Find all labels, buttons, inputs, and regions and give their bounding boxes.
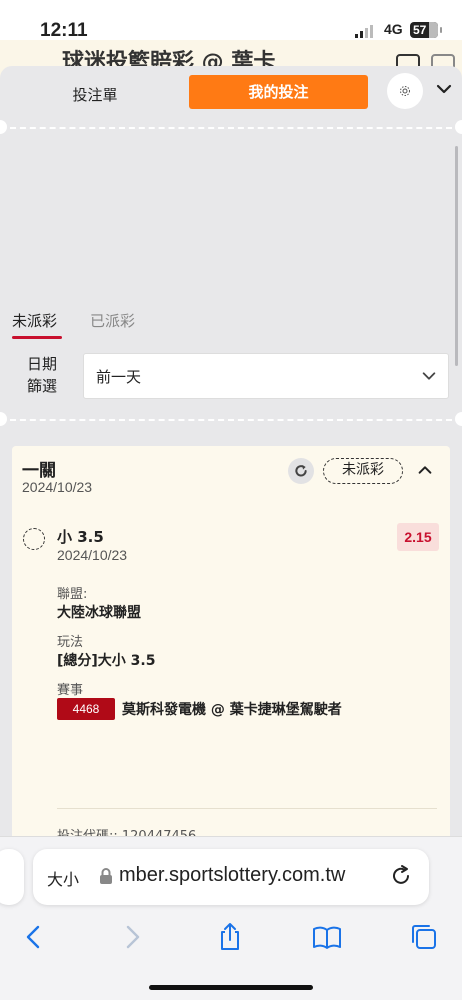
- divider: [10, 127, 452, 129]
- ticket-notch: [0, 120, 7, 134]
- ticket-notch: [0, 412, 7, 426]
- share-icon[interactable]: [214, 921, 246, 953]
- selection-status-icon: [23, 528, 45, 550]
- bet-status-tabs: 未派彩 已派彩: [0, 304, 462, 344]
- event-id-badge: 4468: [57, 698, 115, 720]
- event-label: 賽事: [57, 683, 84, 698]
- tabs-icon[interactable]: [408, 921, 440, 953]
- lock-icon: [100, 868, 112, 884]
- chevron-up-icon[interactable]: [416, 461, 434, 479]
- refresh-icon: [295, 465, 307, 477]
- previous-tab[interactable]: [0, 849, 24, 905]
- tab-bet-slip[interactable]: 投注單: [40, 80, 150, 110]
- url-text: mber.sportslottery.com.tw: [119, 864, 346, 886]
- status-time: 12:11: [40, 20, 88, 41]
- ticket-notch: [455, 120, 462, 134]
- odds-badge: 2.15: [397, 523, 439, 551]
- bet-status-badge: 未派彩: [323, 458, 403, 484]
- settings-button[interactable]: [387, 73, 423, 109]
- selection-name: 小 3.5: [57, 528, 104, 546]
- scrollbar[interactable]: [455, 146, 458, 366]
- selection-date: 2024/10/23: [57, 547, 128, 563]
- bet-tabs: 投注單 我的投注: [0, 66, 462, 122]
- bet-type: 一關: [22, 461, 56, 481]
- refresh-button[interactable]: [288, 458, 314, 484]
- tab-my-bets[interactable]: 我的投注: [189, 75, 368, 109]
- date-filter-value: 前一天: [96, 368, 142, 386]
- bet-card: 一關 2024/10/23 未派彩 小 3.5 2024/10/23 2.15 …: [12, 446, 450, 846]
- active-tab-indicator: [12, 336, 62, 339]
- league-value: 大陸冰球聯盟: [57, 605, 141, 621]
- divider: [57, 808, 437, 809]
- event-name: 莫斯科發電機 @ 葉卡捷琳堡駕駛者: [122, 702, 342, 718]
- signal-icon: [355, 24, 373, 38]
- back-icon[interactable]: [18, 921, 50, 953]
- battery-icon: 57: [410, 22, 442, 38]
- chevron-down-icon: [422, 372, 436, 380]
- address-bar[interactable]: 大小 mber.sportslottery.com.tw: [33, 849, 429, 905]
- forward-icon[interactable]: [116, 921, 148, 953]
- market-value: [總分]大小 3.5: [57, 653, 156, 669]
- text-size-button[interactable]: 大小: [47, 866, 79, 890]
- date-filter-label: 日期篩選: [26, 355, 57, 395]
- bet-date: 2024/10/23: [22, 479, 93, 495]
- date-filter-select[interactable]: 前一天: [83, 353, 449, 399]
- browser-toolbar: [0, 915, 462, 965]
- battery-level: 57: [413, 23, 427, 37]
- reload-icon[interactable]: [389, 864, 413, 888]
- tab-unsettled[interactable]: 未派彩: [12, 310, 57, 331]
- chevron-down-icon[interactable]: [434, 79, 454, 99]
- bookmarks-icon[interactable]: [311, 921, 343, 953]
- browser-chrome: 大小 mber.sportslottery.com.tw: [0, 836, 462, 1000]
- bet-slip-sheet: 投注單 我的投注 未派彩 已派彩 日期篩選 前一天 一關 2024/10/23 …: [0, 66, 462, 846]
- ticket-notch: [455, 412, 462, 426]
- date-filter: 日期篩選 前一天: [0, 353, 462, 403]
- network-type: 4G: [384, 21, 403, 37]
- tab-settled[interactable]: 已派彩: [90, 310, 135, 331]
- gear-icon: [400, 86, 410, 96]
- home-indicator[interactable]: [149, 985, 313, 990]
- divider: [10, 419, 452, 421]
- market-label: 玩法: [57, 635, 84, 650]
- league-label: 聯盟:: [57, 587, 88, 602]
